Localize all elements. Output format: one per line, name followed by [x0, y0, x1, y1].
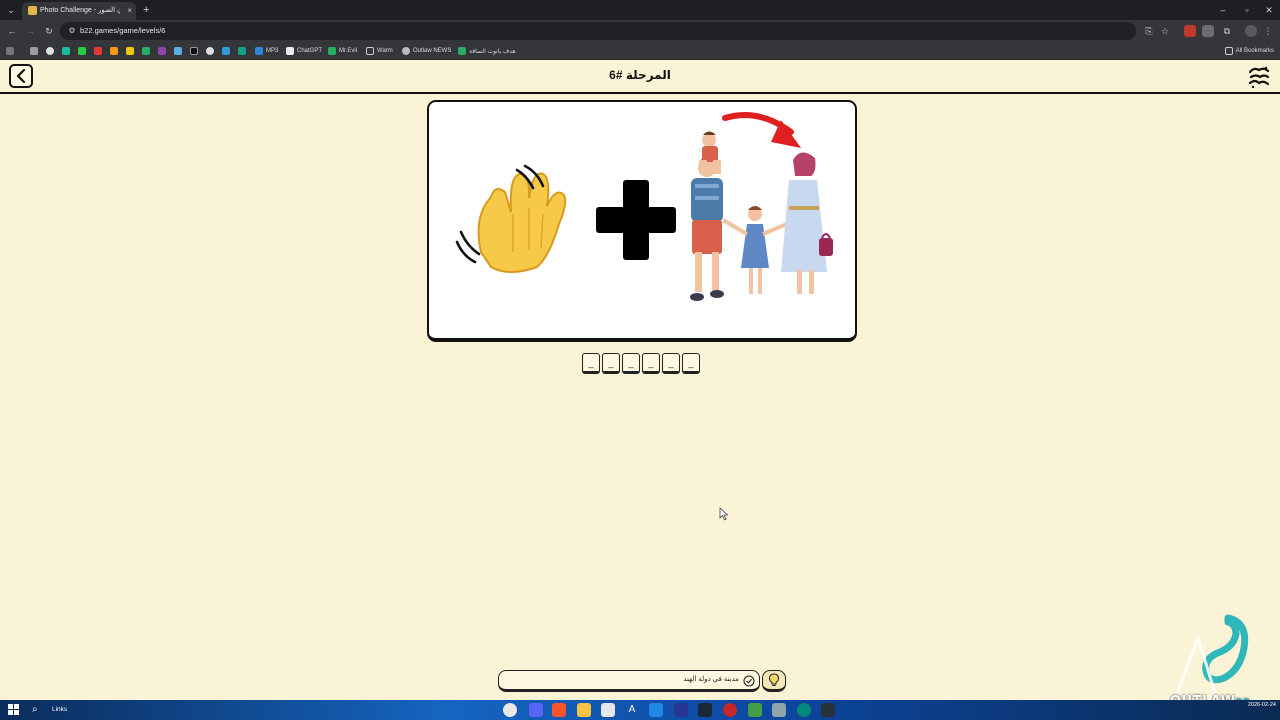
app-taskbar-icon-1[interactable] [674, 703, 688, 717]
browser-toolbar: ← → ↻ ⚙ b22.games/game/levels/6 ⎘ ☆ ⧉ ⋮ [0, 20, 1280, 42]
new-tab-button[interactable]: + [143, 3, 149, 17]
game-header: المرحلة #6 [0, 60, 1280, 94]
browser-menu-icon[interactable]: ⋮ [1262, 25, 1274, 37]
store-taskbar-icon[interactable] [601, 703, 615, 717]
app-taskbar-icon-5[interactable] [797, 703, 811, 717]
bookmark-chatgpt[interactable]: ChatGPT [286, 45, 322, 57]
level-title: المرحلة #6 [609, 68, 671, 82]
extension-red-icon[interactable] [1184, 25, 1196, 37]
discord-taskbar-icon[interactable] [529, 703, 543, 717]
tab-favicon-icon [28, 6, 37, 15]
forward-arrow-icon[interactable]: → [24, 24, 38, 38]
lightbulb-icon [768, 673, 780, 686]
extension-gray-icon[interactable] [1202, 25, 1214, 37]
bookmark-mp3[interactable]: MP3 [255, 45, 278, 57]
family-illustration [690, 131, 833, 301]
app-taskbar-icon-3[interactable] [748, 703, 762, 717]
puzzle-illustration [455, 112, 833, 301]
tab-close-icon[interactable]: × [127, 5, 132, 17]
file-explorer-taskbar-icon[interactable] [577, 703, 591, 717]
bookmark-arabic[interactable]: هدف بانوت الساقة [458, 45, 516, 57]
address-bar[interactable]: ⚙ b22.games/game/levels/6 [60, 22, 1136, 40]
hint-text: مدينة في دولة الهند [683, 676, 739, 683]
bookmark-mrevil[interactable]: Mr.Evil [328, 45, 357, 57]
all-bookmarks-folder[interactable]: All Bookmarks [1224, 45, 1274, 57]
terminal-taskbar-icon[interactable] [821, 703, 835, 717]
red-arrow-icon [722, 112, 801, 148]
answer-slot-6[interactable]: _ [682, 353, 700, 374]
bookmark-sheet-icon[interactable] [238, 45, 246, 57]
address-url[interactable]: b22.games/game/levels/6 [80, 25, 165, 37]
tab-title: Photo Challenge - تحدي الصور [40, 7, 120, 14]
brave-taskbar-icon[interactable] [552, 703, 566, 717]
close-window-button[interactable]: ✕ [1262, 3, 1276, 17]
windows-start-icon[interactable] [8, 704, 19, 715]
bookmark-green-icon[interactable] [142, 45, 150, 57]
bookmark-outlaw-news[interactable]: Outlaw NEWS [402, 45, 451, 57]
extensions-puzzle-icon[interactable]: ⧉ [1221, 25, 1233, 37]
bookmark-google-icon[interactable] [46, 45, 54, 57]
bookmark-github-icon[interactable] [206, 45, 214, 57]
chrome-taskbar-icon[interactable] [503, 703, 517, 717]
bookmark-teal-icon[interactable] [62, 45, 70, 57]
hint-button[interactable] [762, 670, 786, 692]
bookmark-youtube-icon[interactable] [94, 45, 102, 57]
puzzle-image-card [427, 100, 857, 342]
taskbar-search-icon[interactable]: ⌕ [32, 703, 38, 717]
answer-slot-4[interactable]: _ [642, 353, 660, 374]
vscode-taskbar-icon[interactable] [649, 703, 663, 717]
translate-icon[interactable]: ⎘ [1143, 25, 1155, 37]
app-taskbar-icon-4[interactable] [772, 703, 786, 717]
bookmark-blue-icon[interactable] [174, 45, 182, 57]
reload-icon[interactable]: ↻ [42, 24, 56, 38]
bookmark-cloud-icon[interactable] [222, 45, 230, 57]
browser-tabstrip: ⌄ Photo Challenge - تحدي الصور × + – ▫ ✕ [0, 0, 1280, 20]
back-button[interactable] [9, 64, 33, 88]
adobe-taskbar-icon[interactable]: A [625, 703, 639, 717]
bookmark-warm-folder[interactable]: Warm [366, 45, 393, 57]
taskbar-search-label[interactable]: Links [52, 704, 67, 716]
chevron-left-icon [16, 69, 26, 83]
browser-tab-active[interactable]: Photo Challenge - تحدي الصور × [22, 2, 136, 20]
site-info-icon[interactable]: ⚙ [66, 25, 78, 37]
bookmark-x-icon[interactable] [190, 45, 198, 57]
tray-date: 2026-02-24 [1247, 702, 1276, 708]
answer-slot-1[interactable]: _ [582, 353, 600, 374]
hint-bar: مدينة في دولة الهند [498, 670, 760, 692]
bookmark-yellow-icon[interactable] [126, 45, 134, 57]
answer-slot-3[interactable]: _ [622, 353, 640, 374]
back-arrow-icon[interactable]: ← [5, 24, 19, 38]
answer-slot-5[interactable]: _ [662, 353, 680, 374]
bookmark-kick-icon[interactable] [78, 45, 86, 57]
game-logo-icon[interactable] [1246, 64, 1272, 90]
answer-slot-2[interactable]: _ [602, 353, 620, 374]
waving-hand-icon [455, 164, 567, 273]
bookmark-purple-icon[interactable] [158, 45, 166, 57]
bookmark-orange-icon[interactable] [110, 45, 118, 57]
bookmark-star-shortcut-icon[interactable] [30, 45, 38, 57]
minimize-button[interactable]: – [1216, 3, 1230, 17]
apps-grid-icon[interactable] [6, 45, 14, 57]
maximize-button[interactable]: ▫ [1240, 3, 1254, 17]
check-circle-icon [743, 675, 755, 687]
bookmark-star-icon[interactable]: ☆ [1159, 25, 1171, 37]
mouse-pointer-icon [719, 507, 729, 521]
tab-search-icon[interactable]: ⌄ [4, 3, 18, 17]
bookmarks-bar: MP3 ChatGPT Mr.Evil Warm Outlaw NEWS هدف… [0, 42, 1280, 60]
windows-taskbar: ⌕ Links A 2026-02-24 [0, 700, 1280, 720]
answer-slots: _ _ _ _ _ _ [582, 353, 702, 375]
plus-sign-icon [596, 180, 676, 260]
app-taskbar-icon-2[interactable] [723, 703, 737, 717]
system-tray[interactable]: 2026-02-24 [1248, 701, 1276, 709]
profile-avatar-icon[interactable] [1245, 25, 1257, 37]
steam-taskbar-icon[interactable] [698, 703, 712, 717]
